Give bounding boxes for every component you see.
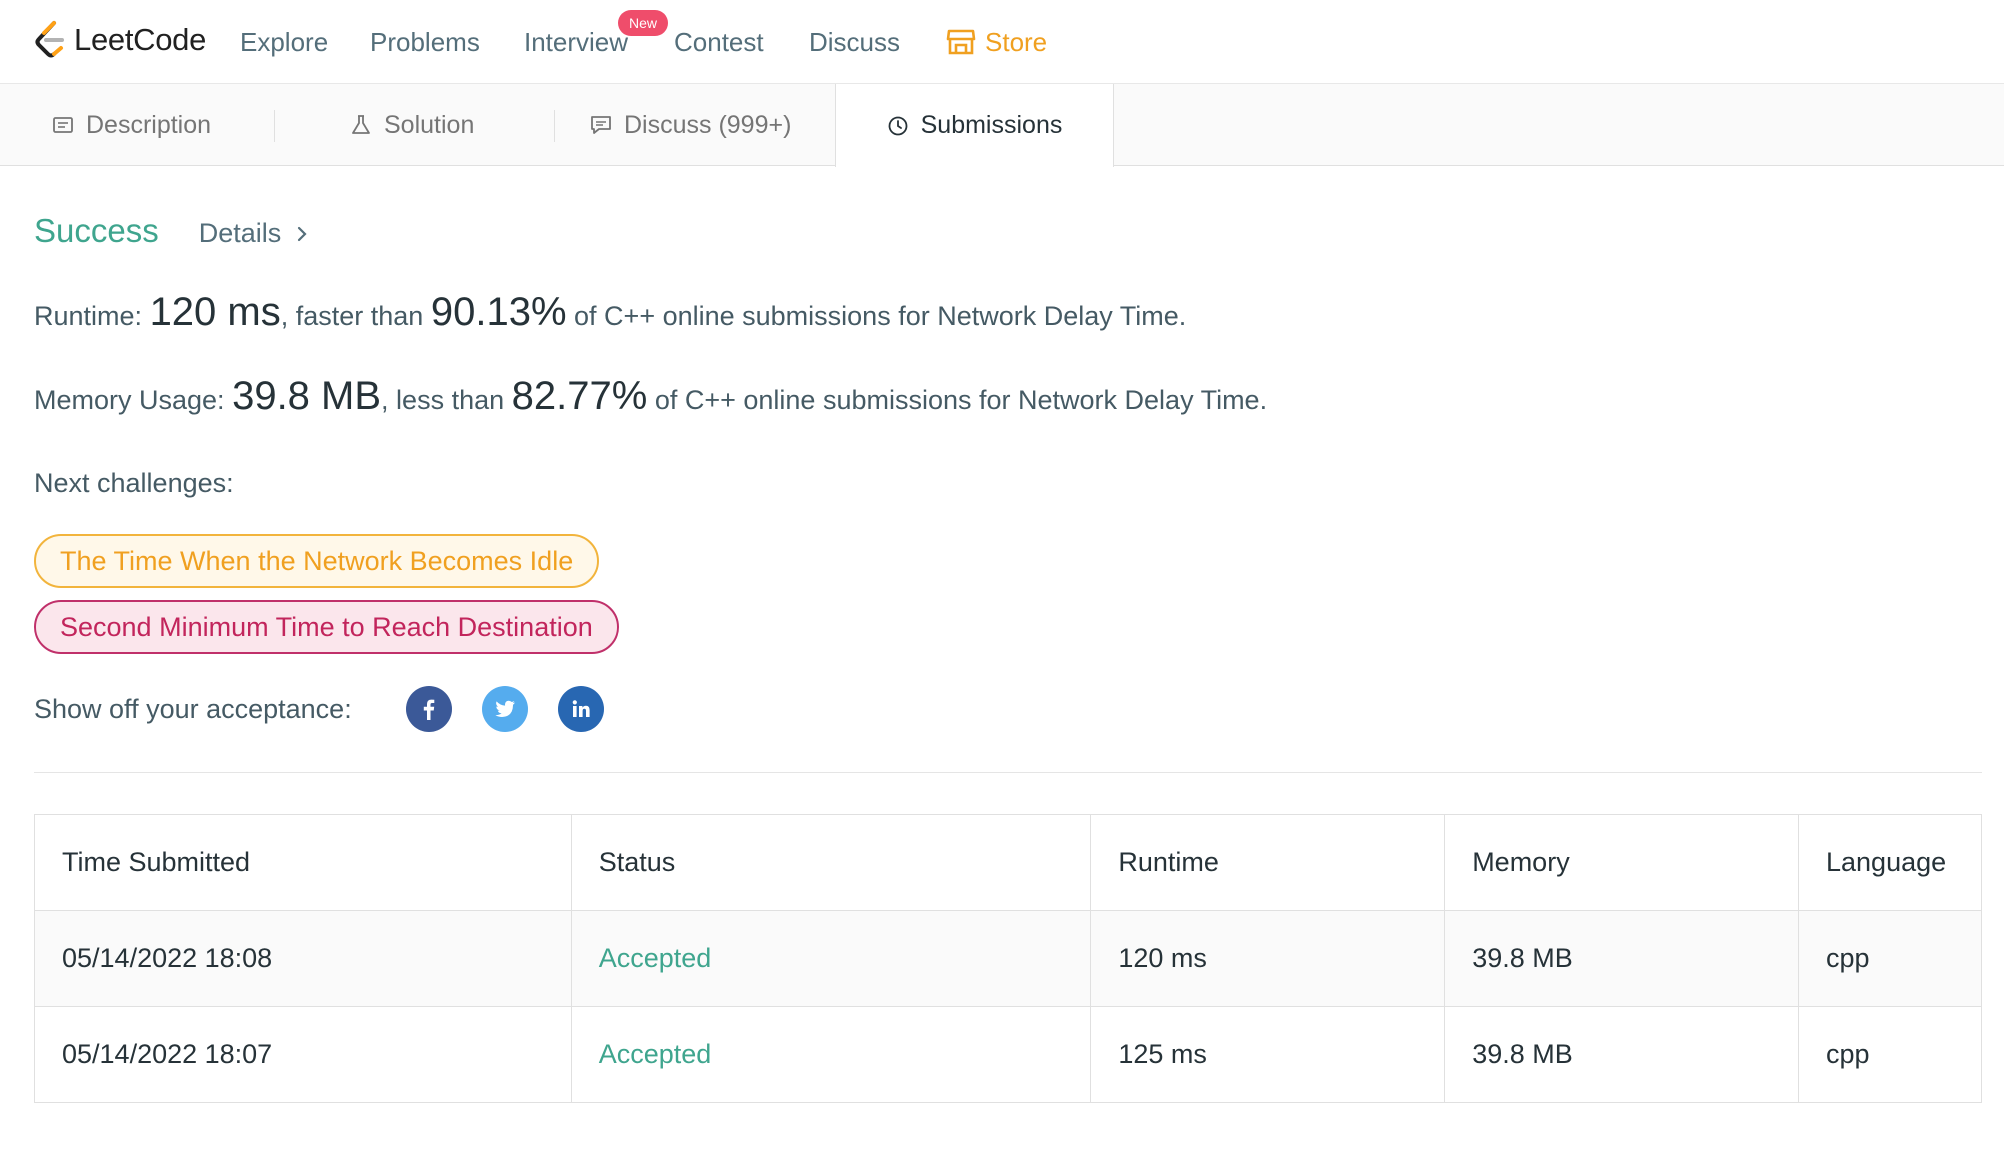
memory-percent: 82.77% [511, 374, 648, 418]
runtime-suffix: of C++ online submissions for Network De… [574, 301, 1187, 331]
cell-time-submitted: 05/14/2022 18:07 [34, 1006, 572, 1103]
tab-submissions[interactable]: Submissions [835, 84, 1114, 167]
success-status: Success [34, 212, 159, 249]
nav-store[interactable]: Store [946, 26, 1047, 58]
cell-runtime: 125 ms [1090, 1006, 1446, 1103]
runtime-stat: Runtime: 120 ms, faster than 90.13% of C… [34, 290, 1186, 335]
tab-solution-label: Solution [384, 110, 475, 139]
problem-tabs: Description Solution Discuss (999+) Subm… [0, 84, 2004, 167]
nav-interview[interactable]: Interview [524, 26, 628, 58]
memory-mid: , less than [381, 385, 505, 415]
challenge-chip-medium[interactable]: The Time When the Network Becomes Idle [34, 534, 600, 588]
comment-icon [591, 116, 611, 134]
memory-label: Memory Usage: [34, 385, 225, 415]
flask-icon [352, 115, 370, 134]
nav-explore[interactable]: Explore [240, 26, 328, 58]
nav-contest[interactable]: Contest [674, 26, 764, 58]
facebook-icon[interactable] [405, 686, 452, 732]
header-status: Status [570, 814, 1092, 911]
runtime-value: 120 ms [149, 290, 281, 334]
memory-stat: Memory Usage: 39.8 MB, less than 82.77% … [34, 374, 1267, 419]
cell-runtime: 120 ms [1090, 910, 1446, 1007]
header-memory: Memory [1444, 814, 1799, 911]
store-label: Store [985, 27, 1048, 57]
logo-text: LeetCode [74, 22, 207, 57]
cell-status[interactable]: Accepted [570, 910, 1092, 1007]
tab-discuss-label: Discuss (999+) [624, 110, 792, 139]
result-header: Success Details [34, 212, 309, 250]
cell-memory: 39.8 MB [1444, 910, 1799, 1007]
details-label: Details [198, 218, 282, 248]
table-header-row: Time Submitted Status Runtime Memory Lan… [34, 814, 1982, 911]
chevron-right-icon [298, 226, 307, 241]
twitter-icon[interactable] [481, 686, 528, 732]
memory-suffix: of C++ online submissions for Network De… [654, 385, 1268, 415]
tab-submissions-label: Submissions [920, 111, 1063, 139]
store-icon [946, 29, 976, 55]
details-link[interactable]: Details [199, 218, 310, 249]
tab-description-label: Description [86, 110, 212, 139]
table-row[interactable]: 05/14/2022 18:08 Accepted 120 ms 39.8 MB… [34, 910, 1982, 1007]
clock-icon [888, 116, 908, 135]
nav-discuss[interactable]: Discuss [809, 26, 900, 58]
next-challenges-label: Next challenges: [34, 468, 234, 498]
header-language: Language [1798, 814, 1982, 911]
submissions-table: Time Submitted Status Runtime Memory Lan… [34, 814, 1982, 1103]
cell-language: cpp [1798, 910, 1982, 1007]
share-row: Show off your acceptance: [34, 686, 634, 732]
section-divider [34, 772, 1982, 773]
challenge-chip-hard[interactable]: Second Minimum Time to Reach Destination [34, 600, 619, 654]
header-runtime: Runtime [1090, 814, 1446, 911]
linkedin-icon[interactable] [557, 686, 604, 732]
tab-separator [274, 110, 275, 142]
cell-status[interactable]: Accepted [570, 1006, 1092, 1103]
tab-solution[interactable]: Solution [350, 84, 474, 166]
runtime-mid: , faster than [280, 301, 424, 331]
cell-time-submitted: 05/14/2022 18:08 [34, 910, 572, 1007]
share-label: Show off your acceptance: [34, 693, 352, 724]
leetcode-logo[interactable]: LeetCode [34, 20, 206, 60]
cell-language: cpp [1798, 1006, 1982, 1103]
new-badge: New [618, 10, 668, 36]
runtime-label: Runtime: [34, 301, 143, 331]
memory-value: 39.8 MB [232, 374, 382, 418]
top-navbar: LeetCode Explore Problems Interview New … [0, 0, 2004, 84]
tab-description[interactable]: Description [52, 84, 211, 166]
cell-memory: 39.8 MB [1444, 1006, 1799, 1103]
table-row[interactable]: 05/14/2022 18:07 Accepted 125 ms 39.8 MB… [34, 1006, 1982, 1103]
nav-problems[interactable]: Problems [370, 26, 480, 58]
tab-separator [554, 110, 555, 142]
description-icon [53, 117, 73, 133]
leetcode-logo-icon [35, 21, 64, 58]
tab-discuss[interactable]: Discuss (999+) [590, 84, 791, 166]
header-time-submitted: Time Submitted [34, 814, 572, 911]
runtime-percent: 90.13% [430, 290, 567, 334]
